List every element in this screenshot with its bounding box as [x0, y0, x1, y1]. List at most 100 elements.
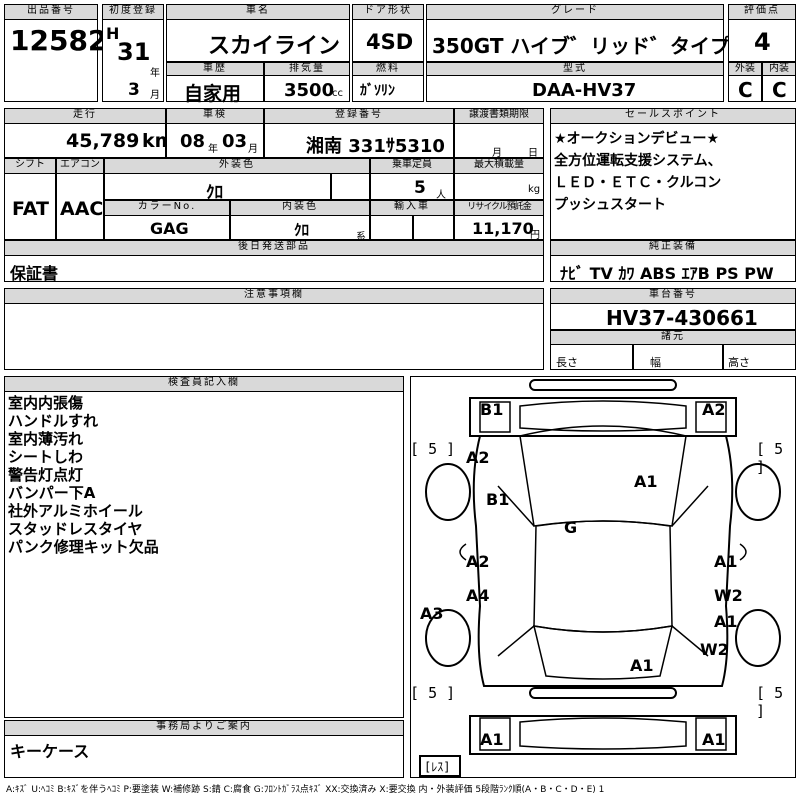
color-no: GAG [150, 219, 189, 238]
damage-mark: A1 [630, 656, 654, 675]
interior: C [772, 78, 787, 102]
lot-no-label: 出品番号 [4, 4, 98, 20]
spare: ﾚｽ [431, 760, 444, 774]
model: DAA-HV37 [532, 80, 637, 101]
spare-bracket: [ﾚｽ] [424, 760, 451, 774]
specs-label: 諸元 [550, 330, 796, 345]
damage-mark: A2 [466, 448, 490, 467]
displacement-unit: cc [332, 88, 343, 99]
car-diagram [419, 379, 781, 777]
damage-mark: B1 [486, 490, 510, 509]
inspector-line: ハンドルすれ [8, 412, 99, 430]
tire-fr: 5 [774, 440, 784, 458]
int-color-label: 内装色 [230, 200, 370, 216]
damage-mark: A2 [466, 552, 490, 571]
transfer-label: 譲渡書類期限 [454, 108, 544, 124]
damage-mark: W2 [714, 586, 743, 605]
tire-rl-bracket: [ 5 ] [410, 684, 456, 702]
tire-rl: 5 [428, 684, 438, 702]
load-unit: kg [528, 184, 541, 195]
score: 4 [754, 28, 771, 56]
equipment-label: 純正装備 [550, 240, 796, 256]
inspector-line: シートしわ [8, 448, 84, 466]
shift: FAT [12, 198, 49, 220]
mileage-label: 走行 [4, 108, 166, 124]
specs-div1 [632, 345, 634, 370]
fuel: ｶﾞｿﾘﾝ [360, 83, 395, 99]
exterior: C [738, 78, 753, 102]
insp-year-unit: 年 [208, 144, 218, 155]
sales-point-line: ＬＥＤ・ＥＴＣ・クルコン [554, 175, 722, 191]
displacement: 3500 [284, 80, 335, 101]
inspector-line: 警告灯点灯 [8, 466, 84, 484]
damage-mark: A1 [714, 552, 738, 571]
exterior-label: 外装 [728, 62, 762, 76]
damage-mark: A1 [480, 730, 504, 749]
damage-mark: A1 [714, 612, 738, 631]
color-label: 外装色 [104, 158, 370, 174]
displacement-label: 排気量 [264, 62, 350, 76]
inspector-line: スタッドレスタイヤ [8, 520, 143, 538]
sales-point-list: ★オークションデビュー★ 全方位運転支援システム、 ＬＥＤ・ＥＴＣ・クルコン プ… [554, 128, 722, 216]
door-label: ドア形状 [352, 4, 424, 20]
sales-point-label: セールスポイント [550, 108, 796, 124]
office-label: 事務局よりご案内 [4, 720, 404, 736]
door: 4SD [366, 30, 414, 54]
recycle: 11,170 [472, 219, 534, 238]
inspector-line: パンク修理キット欠品 [8, 538, 159, 556]
inspector-label: 検査員記入欄 [4, 376, 404, 392]
specs-div2 [722, 345, 724, 370]
interior-label: 内装 [762, 62, 796, 76]
inspector-line: バンパー下A [8, 484, 96, 502]
damage-mark: A1 [702, 730, 726, 749]
color-no-label: カラーNo. [104, 200, 230, 216]
score-label: 評価点 [728, 4, 796, 20]
capacity: 5 [414, 178, 426, 198]
equipment: ﾅﾋﾞ TV ｶﾜ ABS ｴｱB PS PW [560, 264, 774, 283]
damage-mark: A4 [466, 586, 490, 605]
import-label: 輸入車 [370, 200, 454, 216]
tire-fl: 5 [428, 440, 438, 458]
history-label: 車歴 [166, 62, 264, 76]
sales-point-line: プッシュスタート [554, 197, 666, 213]
shift-label: シフト [4, 158, 56, 174]
inspector-line: 室内薄汚れ [8, 430, 84, 448]
grade-label: グレード [426, 4, 724, 20]
damage-mark: A2 [702, 400, 726, 419]
insp-month-unit: 月 [248, 144, 258, 155]
damage-mark: A3 [420, 604, 444, 623]
damage-mark: B1 [480, 400, 504, 419]
chassis-label: 車台番号 [550, 288, 796, 304]
import-divider [412, 216, 414, 240]
transfer-month-unit: 月 [492, 148, 502, 159]
tire-rr-bracket: [ 5 ] [756, 684, 784, 720]
first-reg-label: 初度登録 [102, 4, 164, 20]
car-name-label: 車名 [166, 4, 350, 20]
tire-fr-bracket: [ 5 ] [756, 440, 784, 476]
lot-no: 12582 [10, 24, 108, 57]
insp-year: 08 [180, 131, 206, 152]
load-label: 最大積載量 [454, 158, 544, 174]
fuel-label: 燃料 [352, 62, 424, 76]
notes-label: 注意事項欄 [4, 288, 544, 304]
later-parts-label: 後日発送部品 [4, 240, 544, 256]
later-parts: 保証書 [10, 264, 59, 283]
chassis: HV37-430661 [606, 306, 758, 330]
color-divider [330, 174, 332, 200]
inspector-line: 社外アルミホイール [8, 502, 143, 520]
spec-width: 幅 [650, 356, 661, 369]
transfer-day-unit: 日 [528, 148, 538, 159]
reg-label: 登録番号 [264, 108, 454, 124]
year-unit: 年 [150, 68, 160, 79]
damage-mark: A1 [634, 472, 658, 491]
year: 31 [117, 38, 151, 66]
spec-height: 高さ [728, 356, 750, 369]
mileage: 45,789 [66, 130, 140, 152]
inspector-list: 室内内張傷 ハンドルすれ 室内薄汚れ シートしわ 警告灯点灯 バンパー下A 社外… [8, 394, 159, 556]
sales-point-line: 全方位運転支援システム、 [554, 153, 722, 169]
tire-rr: 5 [774, 684, 784, 702]
insp-month: 03 [222, 131, 248, 152]
damage-mark: W2 [700, 640, 729, 659]
ac: AAC [60, 198, 104, 220]
inspection-label: 車検 [166, 108, 264, 124]
